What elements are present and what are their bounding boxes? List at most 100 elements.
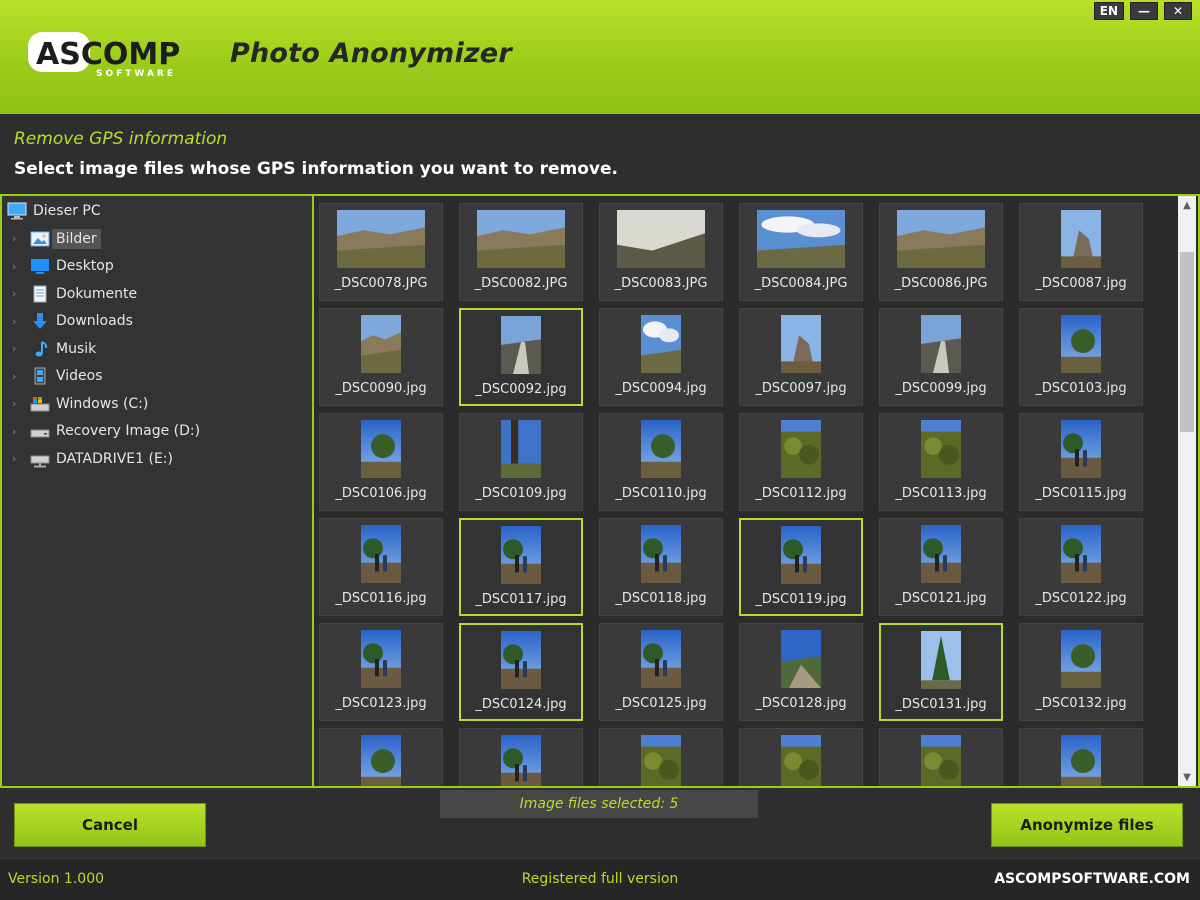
image-thumbnail xyxy=(361,525,401,583)
image-file-name: _DSC0084.JPG xyxy=(754,276,848,291)
anonymize-files-button[interactable]: Anonymize files xyxy=(991,803,1183,847)
tree-item-musik[interactable]: › Musik xyxy=(12,337,96,361)
language-button[interactable]: EN xyxy=(1093,2,1124,20)
image-file-name: _DSC0119.jpg xyxy=(755,592,847,607)
image-tile[interactable]: _DSC0099.jpg xyxy=(879,308,1003,406)
image-tile[interactable]: _DSC0117.jpg xyxy=(459,518,583,616)
image-file-name: _DSC0097.jpg xyxy=(755,381,847,396)
image-tile[interactable]: _DSC0122.jpg xyxy=(1019,518,1143,616)
image-file-name: _DSC0123.jpg xyxy=(335,696,427,711)
image-tile[interactable]: _DSC0078.JPG xyxy=(319,203,443,301)
image-thumbnail xyxy=(781,630,821,688)
tree-item-label: Windows (C:) xyxy=(56,395,149,412)
image-tile[interactable]: _DSC0082.JPG xyxy=(459,203,583,301)
image-tile[interactable]: _DSC0103.jpg xyxy=(1019,308,1143,406)
image-thumbnail xyxy=(641,630,681,688)
image-file-name: _DSC0113.jpg xyxy=(895,486,987,501)
scroll-down-arrow-icon[interactable]: ▼ xyxy=(1178,768,1196,786)
music-note-icon xyxy=(30,340,50,358)
tree-item-windows-c[interactable]: › Windows (C:) xyxy=(12,392,148,416)
tree-item-downloads[interactable]: › Downloads xyxy=(12,309,133,333)
expand-chevron-icon[interactable]: › xyxy=(12,232,24,245)
scroll-up-arrow-icon[interactable]: ▲ xyxy=(1178,196,1196,214)
tree-item-label: Dieser PC xyxy=(33,203,101,219)
tree-item-recovery-image-d[interactable]: › Recovery Image (D:) xyxy=(12,419,200,443)
image-file-name: _DSC0094.jpg xyxy=(615,381,707,396)
image-tile[interactable]: _DSC0112.jpg xyxy=(739,413,863,511)
documents-folder-icon xyxy=(30,285,50,303)
image-thumbnail xyxy=(1061,210,1101,268)
image-thumbnail xyxy=(361,735,401,786)
image-file-name: _DSC0103.jpg xyxy=(1035,381,1127,396)
image-thumbnail xyxy=(617,210,705,268)
svg-text:ASCOMP: ASCOMP xyxy=(36,37,180,72)
image-tile[interactable] xyxy=(879,728,1003,786)
image-tile[interactable] xyxy=(739,728,863,786)
window-controls: EN — ✕ xyxy=(1093,2,1192,20)
tree-item-videos[interactable]: › Videos xyxy=(12,364,103,388)
image-tile[interactable]: _DSC0131.jpg xyxy=(879,623,1003,721)
tree-item-label: Desktop xyxy=(56,258,114,274)
image-tile[interactable] xyxy=(459,728,583,786)
svg-text:SOFTWARE: SOFTWARE xyxy=(96,69,176,79)
expand-chevron-icon[interactable]: › xyxy=(12,260,24,273)
image-tile[interactable]: _DSC0090.jpg xyxy=(319,308,443,406)
expand-chevron-icon[interactable]: › xyxy=(12,425,24,438)
scroll-thumb[interactable] xyxy=(1180,252,1194,432)
expand-chevron-icon[interactable]: › xyxy=(12,342,24,355)
image-tile[interactable]: _DSC0109.jpg xyxy=(459,413,583,511)
image-tile[interactable]: _DSC0124.jpg xyxy=(459,623,583,721)
image-tile[interactable] xyxy=(599,728,723,786)
tree-item-label: Musik xyxy=(56,340,97,357)
image-tile[interactable]: _DSC0118.jpg xyxy=(599,518,723,616)
image-thumbnail xyxy=(1061,525,1101,583)
image-thumbnail xyxy=(337,210,425,268)
tree-item-desktop[interactable]: › Desktop xyxy=(12,254,114,278)
image-tile[interactable]: _DSC0119.jpg xyxy=(739,518,863,616)
image-tile[interactable]: _DSC0110.jpg xyxy=(599,413,723,511)
grid-scrollbar[interactable]: ▲ ▼ xyxy=(1178,196,1196,786)
image-thumbnail xyxy=(921,631,961,689)
image-tile[interactable]: _DSC0113.jpg xyxy=(879,413,1003,511)
tree-item-dokumente[interactable]: › Dokumente xyxy=(12,282,137,306)
image-tile[interactable] xyxy=(1019,728,1143,786)
image-thumbnail xyxy=(781,526,821,584)
tree-item-bilder[interactable]: › Bilder xyxy=(12,227,101,251)
expand-chevron-icon[interactable]: › xyxy=(12,287,24,300)
image-tile[interactable]: _DSC0125.jpg xyxy=(599,623,723,721)
image-tile[interactable]: _DSC0094.jpg xyxy=(599,308,723,406)
image-thumbnail xyxy=(781,735,821,786)
image-tile[interactable]: _DSC0121.jpg xyxy=(879,518,1003,616)
image-thumbnail xyxy=(921,735,961,786)
image-file-name: _DSC0078.JPG xyxy=(334,276,428,291)
expand-chevron-icon[interactable]: › xyxy=(12,397,24,410)
image-tile[interactable]: _DSC0083.JPG xyxy=(599,203,723,301)
image-tile[interactable]: _DSC0115.jpg xyxy=(1019,413,1143,511)
image-tile[interactable]: _DSC0086.JPG xyxy=(879,203,1003,301)
image-tile[interactable]: _DSC0097.jpg xyxy=(739,308,863,406)
minimize-button[interactable]: — xyxy=(1130,2,1158,20)
expand-chevron-icon[interactable]: › xyxy=(12,452,24,465)
expand-chevron-icon[interactable]: › xyxy=(12,370,24,383)
image-tile[interactable]: _DSC0116.jpg xyxy=(319,518,443,616)
image-tile[interactable]: _DSC0123.jpg xyxy=(319,623,443,721)
cancel-button[interactable]: Cancel xyxy=(14,803,206,847)
image-tile[interactable]: _DSC0128.jpg xyxy=(739,623,863,721)
image-thumbnail xyxy=(921,315,961,373)
image-file-name: _DSC0087.jpg xyxy=(1035,276,1127,291)
pictures-folder-icon xyxy=(30,230,50,248)
image-tile[interactable]: _DSC0084.JPG xyxy=(739,203,863,301)
image-file-name: _DSC0110.jpg xyxy=(615,486,707,501)
tree-item-dieser-pc[interactable]: Dieser PC xyxy=(7,199,101,223)
image-tile[interactable]: _DSC0132.jpg xyxy=(1019,623,1143,721)
image-tile[interactable]: _DSC0092.jpg xyxy=(459,308,583,406)
website-link[interactable]: ASCOMPSOFTWARE.COM xyxy=(994,871,1190,887)
image-tile[interactable] xyxy=(319,728,443,786)
image-tile[interactable]: _DSC0106.jpg xyxy=(319,413,443,511)
status-bar: Version 1.000 Registered full version AS… xyxy=(0,858,1200,900)
image-tile[interactable]: _DSC0087.jpg xyxy=(1019,203,1143,301)
tree-item-datadrive1-e[interactable]: › DATADRIVE1 (E:) xyxy=(12,447,173,471)
close-button[interactable]: ✕ xyxy=(1164,2,1192,20)
expand-chevron-icon[interactable]: › xyxy=(12,315,24,328)
system-drive-icon xyxy=(30,395,50,413)
